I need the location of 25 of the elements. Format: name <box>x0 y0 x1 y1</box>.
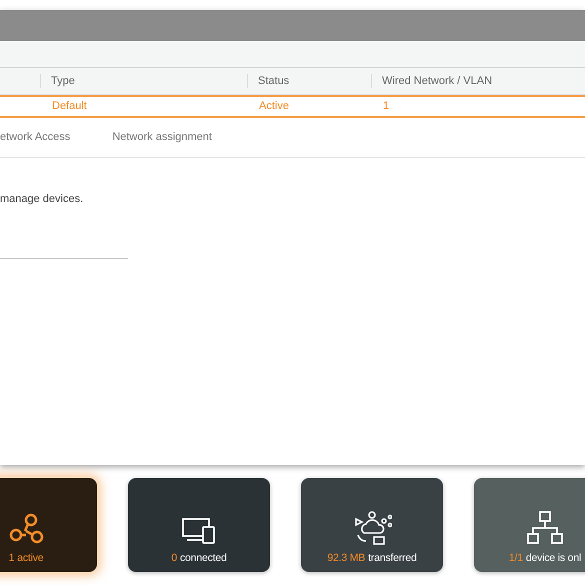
table-cell-text: 1 <box>383 99 390 114</box>
monitor-phone-icon <box>181 517 217 546</box>
table-cell-text: Default <box>52 99 88 114</box>
stat-value: 1 <box>8 551 14 566</box>
tab[interactable]: Network assignment <box>112 118 212 158</box>
cloud-communication-icon <box>352 511 392 546</box>
stat-card[interactable]: 0 connected <box>128 478 270 572</box>
stat-label: connected <box>180 551 227 566</box>
stat-card[interactable]: 1/1 device is onl <box>474 478 585 572</box>
column-header[interactable]: Wired Network / VLAN <box>382 72 492 90</box>
stat-value: 92.3 MB <box>327 551 366 566</box>
column-header[interactable]: Status <box>258 72 290 90</box>
table-cell-text: Active <box>259 99 290 114</box>
tab[interactable]: etwork Access <box>0 118 70 158</box>
network-nodes-icon <box>8 513 44 546</box>
column-header[interactable]: Type <box>51 72 75 90</box>
stat-value: 0 <box>171 551 177 566</box>
stat-card[interactable]: 1 active <box>0 478 97 572</box>
stat-value: 1/1 <box>508 551 523 566</box>
stat-label: active <box>17 551 44 566</box>
description-text: manage devices. <box>0 192 84 207</box>
stat-card[interactable]: 92.3 MB transferred <box>301 478 443 572</box>
stat-label: transferred <box>368 551 417 566</box>
topology-icon <box>527 511 563 546</box>
stat-label: device is onl <box>526 551 582 566</box>
